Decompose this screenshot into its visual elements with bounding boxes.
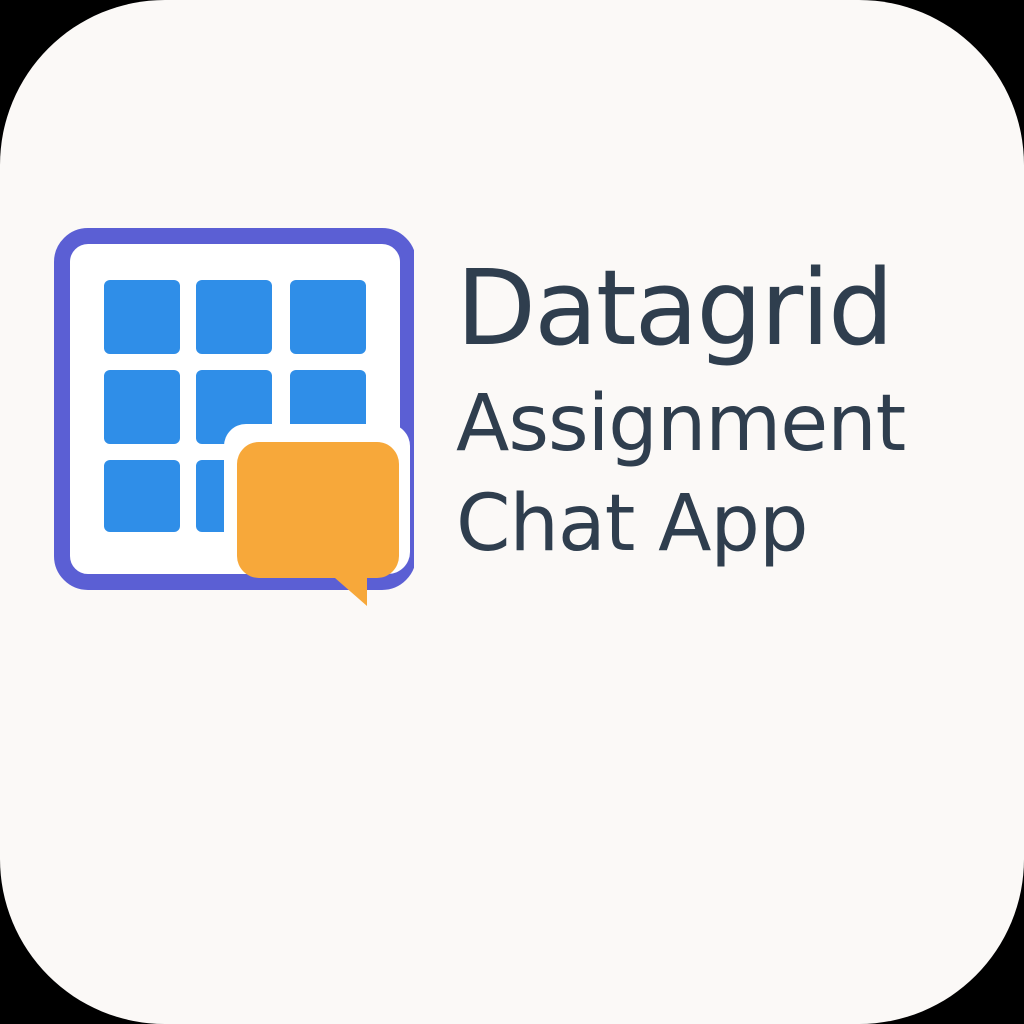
grid-cell: [104, 370, 180, 444]
app-name-line-3: Chat App: [456, 479, 808, 569]
grid-cell: [290, 280, 366, 354]
grid-cell: [104, 460, 180, 532]
grid-cell: [104, 280, 180, 354]
app-name-line-1: Datagrid: [456, 247, 894, 369]
grid-cell: [196, 280, 272, 354]
logo-svg: [54, 228, 414, 606]
app-name: Datagrid Assignment Chat App: [456, 244, 1016, 572]
datagrid-chat-logo-icon: [54, 228, 414, 612]
app-icon: Datagrid Assignment Chat App: [0, 0, 1024, 1024]
app-name-line-2: Assignment: [456, 379, 906, 469]
